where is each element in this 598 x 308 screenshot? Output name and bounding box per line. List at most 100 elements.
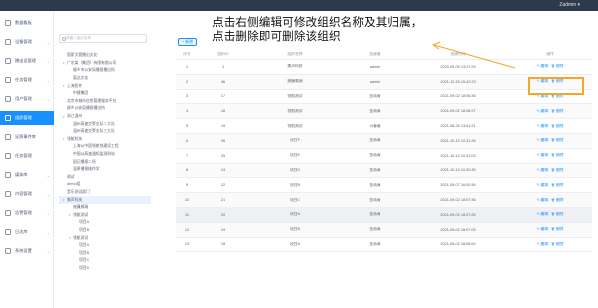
tree-node-label: 广东某（集团）有限有限公司: [67, 60, 117, 65]
cell-seq: 9: [185, 183, 189, 188]
edit-button[interactable]: 编辑: [537, 168, 548, 172]
cell-time: 2021-10-13 10:31:26: [440, 138, 476, 143]
cell-op: 编辑删除: [508, 64, 592, 69]
add-org-button[interactable]: + 新增: [178, 38, 197, 46]
tree-node[interactable]: ▾ 美声科技: [59, 196, 151, 204]
cell-name: 领航测试: [287, 108, 303, 113]
table-row: 11 20 项目A 金雨青 2021-09-02 18:07:26 编辑删除: [176, 207, 592, 223]
edit-button[interactable]: 编辑: [537, 212, 548, 216]
chevron-down-icon: ⌄: [46, 77, 50, 83]
delete-button[interactable]: 删除: [551, 153, 563, 157]
nav-item-5[interactable]: 组织管理: [0, 111, 54, 125]
nav-item-10[interactable]: 告警管理 ⌄: [0, 206, 54, 220]
cell-id: 22: [220, 183, 226, 188]
tree-node-label: 顺乡市公安局播报播出所: [73, 68, 115, 73]
delete-button[interactable]: 删除: [551, 242, 563, 246]
top-bar: Zadmin ▾: [0, 0, 598, 11]
tree-node[interactable]: 上海从中国领航快建设工程: [59, 143, 151, 151]
edit-button[interactable]: 编辑: [537, 183, 548, 187]
delete-button[interactable]: 删除: [551, 198, 563, 202]
table-row: 6 26 项目F 金雨青 2021-10-13 10:31:26 编辑删除: [176, 133, 592, 149]
cell-creator: 金雨青: [369, 197, 381, 202]
tree-node[interactable]: ▾ 领航科技: [59, 136, 151, 144]
nav-icon: [5, 210, 11, 216]
tree-node[interactable]: 国家文管播出文化: [59, 52, 151, 60]
tree-node[interactable]: 项目C: [59, 257, 151, 265]
tree-node[interactable]: 国记播报二所: [59, 158, 151, 166]
delete-button[interactable]: 删除: [551, 227, 563, 231]
nav-icon: [5, 96, 11, 102]
edit-button[interactable]: 编辑: [537, 198, 548, 202]
tree-node[interactable]: ▾ 领航测试: [59, 234, 151, 242]
tree-node[interactable]: 施廉威瑞: [59, 204, 151, 212]
tree-node[interactable]: 惠达文化: [59, 75, 151, 83]
chevron-down-icon: ⌄: [46, 58, 50, 64]
nav-item-1[interactable]: 设备管理 ⌄: [0, 35, 54, 49]
tree-node[interactable]: 项目A: [59, 219, 151, 227]
tree-node[interactable]: 温泉播报操作学: [59, 166, 151, 174]
edit-button[interactable]: 编辑: [537, 138, 548, 142]
table-header: 序号 组织ID 组织名称 创建者 创建时间 操作: [176, 50, 592, 60]
edit-button[interactable]: 编辑: [537, 242, 548, 246]
delete-button[interactable]: 删除: [551, 212, 563, 216]
tree-node[interactable]: 测试: [59, 174, 151, 182]
cell-creator: 金雨青: [369, 93, 381, 98]
cell-name: 项目A: [289, 212, 301, 217]
tree-node[interactable]: 顺乡市公安局播报播出所: [59, 67, 151, 75]
tree-node[interactable]: demo组: [59, 181, 151, 189]
delete-button[interactable]: 删除: [551, 138, 563, 142]
cell-creator: 金雨青: [369, 167, 381, 172]
nav-item-6[interactable]: 证照事件库: [0, 130, 54, 144]
cell-seq: 3: [185, 94, 189, 99]
tree-node[interactable]: 项目A: [59, 242, 151, 250]
delete-button[interactable]: 删除: [551, 183, 563, 187]
nav-item-7[interactable]: 任务管理: [0, 149, 54, 163]
edit-button[interactable]: 编辑: [537, 153, 548, 157]
tree-node[interactable]: ▾ 领航测试: [59, 211, 151, 219]
tree-node[interactable]: ▾ 广东某（集团）有限有限公司: [59, 60, 151, 68]
tree-node[interactable]: ▾ 浙江温州: [59, 113, 151, 121]
tree-node[interactable]: 中国从高速通知监测测站: [59, 151, 151, 159]
nav-item-8[interactable]: 媒体库 ⌄: [0, 168, 54, 182]
tree-node[interactable]: 项目B: [59, 249, 151, 257]
tree-node-label: 项目A: [79, 243, 90, 248]
edit-button[interactable]: 编辑: [537, 109, 548, 113]
tree-node-label: 项目A: [79, 220, 90, 225]
nav-icon: [5, 153, 11, 159]
tree-node[interactable]: 项目D: [59, 265, 151, 273]
nav-item-label: 证照事件库: [15, 134, 36, 139]
delete-button[interactable]: 删除: [551, 168, 563, 172]
nav-icon: [5, 39, 11, 45]
edit-button[interactable]: 编辑: [537, 124, 548, 128]
nav-item-11[interactable]: 日志库 ⌄: [0, 225, 54, 239]
tree-node[interactable]: 温州高速交警支队三大队: [59, 128, 151, 136]
table-row: 10 21 项目C 金雨青 2021-09-02 18:07:36 编辑删除: [176, 193, 592, 208]
nav-item-9[interactable]: 内容管理 ⌄: [0, 187, 54, 201]
cell-seq: 1: [185, 64, 189, 69]
nav-item-4[interactable]: 用户管理 ⌄: [0, 92, 54, 106]
nav-item-label: 任务管理: [15, 153, 32, 158]
delete-button[interactable]: 删除: [551, 124, 563, 128]
tree-node[interactable]: 顺乡公安局播报播出所: [59, 105, 151, 113]
delete-button[interactable]: 删除: [551, 109, 563, 113]
nav-item-2[interactable]: 播出设管理 ⌄: [0, 54, 54, 68]
tree-node[interactable]: 中建集团: [59, 90, 151, 98]
tree-node[interactable]: 温州高速交警支队二大队: [59, 120, 151, 128]
tree-node[interactable]: 音乐测试部门: [59, 189, 151, 197]
tree-search-input[interactable]: 请输入组织名称: [59, 34, 147, 43]
cell-id: 26: [220, 138, 226, 143]
cell-time: 2021-08-26 13:51:21: [440, 124, 476, 129]
edit-button[interactable]: 编辑: [537, 227, 548, 231]
edit-button[interactable]: 编辑: [537, 64, 548, 68]
tree-node[interactable]: 项目B: [59, 227, 151, 235]
user-menu[interactable]: Zadmin ▾: [559, 1, 580, 10]
delete-button[interactable]: 删除: [551, 64, 563, 68]
tree-node[interactable]: ▾ 上海医件: [59, 82, 151, 90]
nav-item-0[interactable]: 数据看板: [0, 16, 54, 30]
nav-item-12[interactable]: 系统设置 ⌄: [0, 244, 54, 258]
cell-op: 编辑删除: [508, 168, 592, 173]
nav-item-3[interactable]: 任务管理 ⌄: [0, 73, 54, 87]
nav-item-label: 日志库: [15, 229, 28, 234]
tree-node[interactable]: 北京市城市应急管理服务平台: [59, 98, 151, 106]
tree-node-label: 国家文管播出文化: [67, 53, 98, 58]
